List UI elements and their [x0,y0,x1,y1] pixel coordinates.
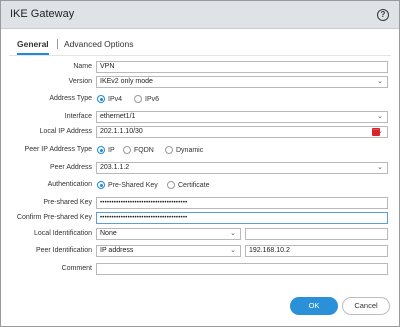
row-authentication: Authentication Pre-Shared Key Certificat… [1,179,400,191]
peer-address-select[interactable]: 203.1.1.2 ⌄ [96,162,388,174]
radio-dynamic-dot [165,146,173,154]
row-address-type: Address Type IPv4 IPv6 [1,93,400,105]
interface-select[interactable]: ethernet1/1 ⌄ [96,111,388,123]
local-id-value-input[interactable] [245,228,388,240]
row-peer-ip-type: Peer IP Address Type IP FQDN Dynamic [1,144,400,156]
local-ip-label: Local IP Address [39,128,92,135]
radio-fqdn-dot [123,146,131,154]
tab-separator [57,39,58,49]
peer-ip-type-label: Peer IP Address Type [24,146,92,153]
local-ip-value: 202.1.1.10/30 [100,128,143,135]
help-icon[interactable]: ? [377,9,389,21]
row-local-ip: Local IP Address 202.1.1.10/30 ⌄ ··· [1,126,400,138]
chevron-down-icon: ⌄ [377,164,383,171]
address-type-label: Address Type [49,95,92,102]
cancel-button[interactable]: Cancel [342,297,390,315]
radio-fqdn-label: FQDN [134,147,154,154]
psk-input[interactable]: •••••••••••••••••••••••••••••••••••••• [96,197,388,209]
ok-button[interactable]: OK [290,297,338,315]
row-version: Version IKEv2 only mode ⌄ [1,76,400,88]
row-name: Name VPN [1,61,400,73]
row-peer-address: Peer Address 203.1.1.2 ⌄ [1,162,400,174]
dialog-titlebar: IKE Gateway ? [1,1,399,29]
name-label: Name [73,63,92,70]
row-comment: Comment [1,263,400,275]
row-psk: Pre-shared Key •••••••••••••••••••••••••… [1,197,400,209]
psk-confirm-input[interactable]: •••••••••••••••••••••••••••••••••••••• [96,212,388,224]
radio-ipv4-dot [97,95,105,103]
row-local-id: Local Identification None ⌄ [1,228,400,240]
radio-dynamic-label: Dynamic [176,147,204,154]
more-options-icon[interactable]: ··· [372,127,380,136]
chevron-down-icon: ⌄ [377,78,383,85]
version-select[interactable]: IKEv2 only mode ⌄ [96,76,388,88]
radio-ip-label: IP [108,147,115,154]
tab-general[interactable]: General [17,37,49,55]
radio-ip-dot [97,146,105,154]
peer-id-value-input[interactable]: 192.168.10.2 [245,245,388,257]
tab-underline [9,55,391,56]
authentication-label: Authentication [47,181,92,188]
interface-label: Interface [64,113,92,120]
dialog-title: IKE Gateway [10,8,75,20]
version-label: Version [68,78,92,85]
peer-address-label: Peer Address [49,164,92,171]
chevron-down-icon: ⌄ [230,247,236,254]
chevron-down-icon: ⌄ [377,113,383,120]
name-input[interactable]: VPN [96,61,388,73]
row-psk-confirm: Confirm Pre-shared Key •••••••••••••••••… [1,212,400,224]
local-id-type-value: None [100,230,117,237]
radio-pre-shared-key-dot [97,181,105,189]
interface-value: ethernet1/1 [100,113,136,120]
tab-advanced-options[interactable]: Advanced Options [64,37,133,55]
radio-ipv4-label: IPv4 [108,96,123,103]
local-ip-select[interactable]: 202.1.1.10/30 ⌄ [96,126,388,138]
psk-confirm-label: Confirm Pre-shared Key [16,214,92,221]
radio-ipv6-dot [134,95,142,103]
comment-input[interactable] [96,263,388,275]
version-value: IKEv2 only mode [100,78,153,85]
row-peer-id: Peer Identification IP address ⌄ 192.168… [1,245,400,257]
tab-bar: General Advanced Options [9,37,391,57]
radio-ipv6-label: IPv6 [145,96,160,103]
radio-pre-shared-key-label: Pre-Shared Key [108,182,158,189]
radio-certificate-dot [167,181,175,189]
peer-id-type-value: IP address [100,247,134,254]
peer-id-label: Peer Identification [35,247,92,254]
peer-id-type-select[interactable]: IP address ⌄ [96,245,241,257]
comment-label: Comment [61,265,92,272]
peer-address-value: 203.1.1.2 [100,164,130,171]
local-id-label: Local Identification [34,230,92,237]
local-id-type-select[interactable]: None ⌄ [96,228,241,240]
radio-certificate-label: Certificate [178,182,210,189]
ike-gateway-dialog: IKE Gateway ? General Advanced Options N… [0,0,400,327]
psk-label: Pre-shared Key [43,199,92,206]
chevron-down-icon: ⌄ [230,230,236,237]
row-interface: Interface ethernet1/1 ⌄ [1,111,400,123]
